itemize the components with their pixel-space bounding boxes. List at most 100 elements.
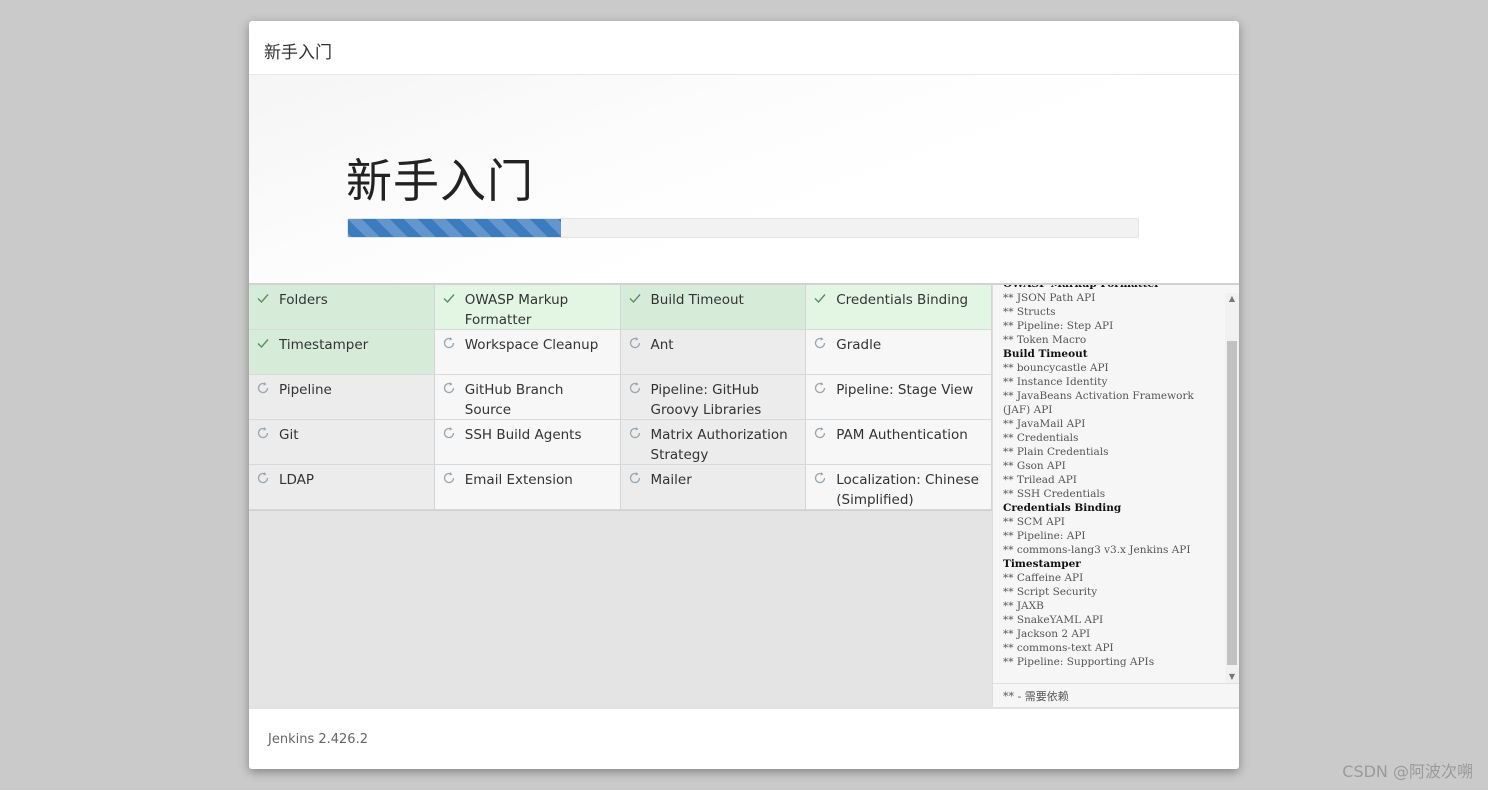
plugin-grid: Folders OWASP Markup Formatter Build Timeo… [249,285,992,511]
loading-icon [628,381,642,395]
install-content: Folders OWASP Markup Formatter Build Timeo… [249,285,1239,707]
plugin-name: Workspace Cleanup [464,337,599,353]
plugin-name: Pipeline [279,382,332,398]
plugin-item: LDAP [249,465,435,510]
log-dependency-line: ** SSH Credentials [1003,488,1106,500]
plugin-name: LDAP [279,472,315,488]
loading-icon [628,426,642,440]
log-dependency-line: ** bouncycastle API [1003,362,1109,374]
plugin-name: Git [279,427,299,443]
modal-header: 新手入门 [249,21,1239,75]
plugin-name: Gradle [836,337,882,353]
plugin-name: Ant [650,337,674,353]
plugin-name: Localization: Chinese (Simplified) [836,472,979,508]
plugin-item: Gradle [806,330,992,375]
loading-icon [813,381,827,395]
log-dependency-line: ** Structs [1003,306,1056,318]
loading-icon [442,426,456,440]
log-dependency-line: ** Token Macro [1003,334,1087,346]
install-progress-bar [347,218,1139,238]
plugin-item: OWASP Markup Formatter [434,285,621,330]
log-dependency-line: ** Plain Credentials [1003,446,1109,458]
log-dependency-line: ** Trilead API [1003,474,1077,486]
install-log: OWASP Markup Formatter** JSON Path API**… [1003,285,1194,669]
loading-icon [813,471,827,485]
plugin-name: PAM Authentication [836,427,968,443]
log-dependency-line: ** JAXB [1003,600,1044,612]
plugin-name: Pipeline: Stage View [836,382,974,398]
modal-title: 新手入门 [264,43,332,63]
plugin-item: Email Extension [434,465,621,510]
page-title: 新手入门 [346,154,534,208]
plugin-name: Timestamper [279,337,369,353]
watermark: CSDN @阿波次嗍 [1342,762,1473,781]
log-dependency-line: ** SCM API [1003,516,1065,528]
plugin-name: Build Timeout [650,292,744,308]
plugin-item: Build Timeout [620,285,807,330]
loading-icon [256,471,270,485]
install-log-pane: OWASP Markup Formatter** JSON Path API**… [992,285,1239,707]
plugin-item: Pipeline: Stage View [806,375,992,420]
plugin-item: Timestamper [249,330,435,375]
log-dependency-line: ** JSON Path API [1003,292,1096,304]
log-dependency-line: ** Credentials [1003,432,1079,444]
log-dependency-line: ** Instance Identity [1003,376,1108,388]
jenkins-version: Jenkins 2.426.2 [268,732,368,747]
hero-panel: 新手入门 [249,75,1239,285]
check-icon [256,291,270,305]
plugin-item: Pipeline [249,375,435,420]
log-dependency-line: ** JavaMail API [1003,418,1086,430]
log-dependency-line: ** Jackson 2 API [1003,628,1091,640]
plugin-item: Git [249,420,435,465]
log-dependency-line: ** Script Security [1003,586,1098,598]
loading-icon [442,381,456,395]
modal-footer: Jenkins 2.426.2 [249,707,1239,769]
log-dependency-line: ** Caffeine API [1003,572,1084,584]
plugin-item: Pipeline: GitHub Groovy Libraries [620,375,807,420]
loading-icon [628,336,642,350]
log-scrollbar[interactable]: ▲ ▼ [1225,293,1239,683]
loading-icon [256,381,270,395]
plugin-item: GitHub Branch Source [434,375,621,420]
plugin-item: Workspace Cleanup [434,330,621,375]
loading-icon [813,336,827,350]
plugin-name: Email Extension [464,472,573,488]
log-dependency-line: ** commons-text API [1003,642,1114,654]
plugin-name: Pipeline: GitHub Groovy Libraries [650,382,762,418]
log-dependency-line: ** Pipeline: Step API [1003,320,1114,332]
check-icon [442,291,456,305]
plugin-name: OWASP Markup Formatter [464,292,569,328]
install-log-scroll[interactable]: OWASP Markup Formatter** JSON Path API**… [993,285,1225,683]
check-icon [256,336,270,350]
check-icon [628,291,642,305]
log-dependency-line: ** Gson API [1003,460,1066,472]
plugin-name: SSH Build Agents [464,427,582,443]
plugin-name: GitHub Branch Source [464,382,564,418]
scrollbar-thumb[interactable] [1227,341,1237,665]
dependency-legend: ** - 需要依赖 [993,683,1239,707]
log-dependency-line: ** JavaBeans Activation Framework [1003,390,1194,402]
log-dependency-line: ** SnakeYAML API [1003,614,1104,626]
loading-icon [256,426,270,440]
log-plugin-heading: Build Timeout [1003,348,1088,360]
log-plugin-heading: Timestamper [1003,558,1081,570]
log-plugin-heading: Credentials Binding [1003,502,1122,514]
log-dependency-line: ** Pipeline: API [1003,530,1086,542]
loading-icon [813,426,827,440]
plugin-item: Credentials Binding [806,285,992,330]
plugin-item: Ant [620,330,807,375]
loading-icon [442,471,456,485]
log-dependency-line: ** commons-lang3 v3.x Jenkins API [1003,544,1191,556]
setup-wizard-dialog: 新手入门 新手入门 Folders OWASP Markup Formatter B… [249,21,1239,769]
plugin-name: Mailer [650,472,692,488]
plugin-item: SSH Build Agents [434,420,621,465]
plugin-name: Folders [279,292,328,308]
loading-icon [442,336,456,350]
plugin-name: Matrix Authorization Strategy [650,427,788,463]
plugin-item: Folders [249,285,435,330]
scroll-up-arrow-icon[interactable]: ▲ [1225,293,1239,305]
scroll-down-arrow-icon[interactable]: ▼ [1225,671,1239,683]
plugin-item: Localization: Chinese (Simplified) [806,465,992,510]
plugin-item: PAM Authentication [806,420,992,465]
install-progress-fill [348,219,562,237]
